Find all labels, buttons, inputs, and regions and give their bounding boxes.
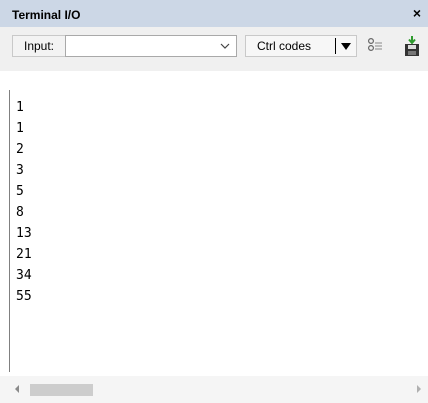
chevron-down-icon[interactable] xyxy=(217,38,233,54)
window-title: Terminal I/O xyxy=(12,8,81,22)
toolbar: Input: Ctrl codes xyxy=(0,27,428,71)
output-line: 2 xyxy=(16,142,24,157)
output-line: 8 xyxy=(16,205,24,220)
scroll-left-icon[interactable] xyxy=(12,382,22,396)
terminal-input-field[interactable] xyxy=(68,38,212,54)
output-line: 55 xyxy=(16,289,32,304)
output-line: 1 xyxy=(16,121,24,136)
close-button[interactable]: × xyxy=(410,5,424,21)
input-label-button[interactable]: Input: xyxy=(12,35,66,57)
output-line: 5 xyxy=(16,184,24,199)
scrollbar-thumb[interactable] xyxy=(30,384,93,396)
scroll-right-icon[interactable] xyxy=(414,382,424,396)
ctrl-codes-button[interactable]: Ctrl codes xyxy=(245,35,357,57)
ctrl-codes-separator xyxy=(335,38,336,54)
input-combobox[interactable] xyxy=(65,35,237,57)
horizontal-scrollbar[interactable] xyxy=(0,376,428,403)
terminal-io-window: Terminal I/O × Input: Ctrl codes 1 1 2 3… xyxy=(0,0,428,403)
save-icon[interactable] xyxy=(402,35,422,57)
ctrl-codes-label: Ctrl codes xyxy=(257,39,312,53)
output-line: 34 xyxy=(16,268,32,283)
settings-icon[interactable] xyxy=(366,37,384,55)
dropdown-arrow-icon[interactable] xyxy=(340,42,352,52)
output-line: 21 xyxy=(16,247,32,262)
output-line: 3 xyxy=(16,163,24,178)
output-line: 1 xyxy=(16,100,24,115)
title-bar: Terminal I/O × xyxy=(0,0,428,27)
output-line: 13 xyxy=(16,226,32,241)
terminal-output[interactable]: 1 1 2 3 5 8 13 21 34 55 xyxy=(9,90,428,372)
